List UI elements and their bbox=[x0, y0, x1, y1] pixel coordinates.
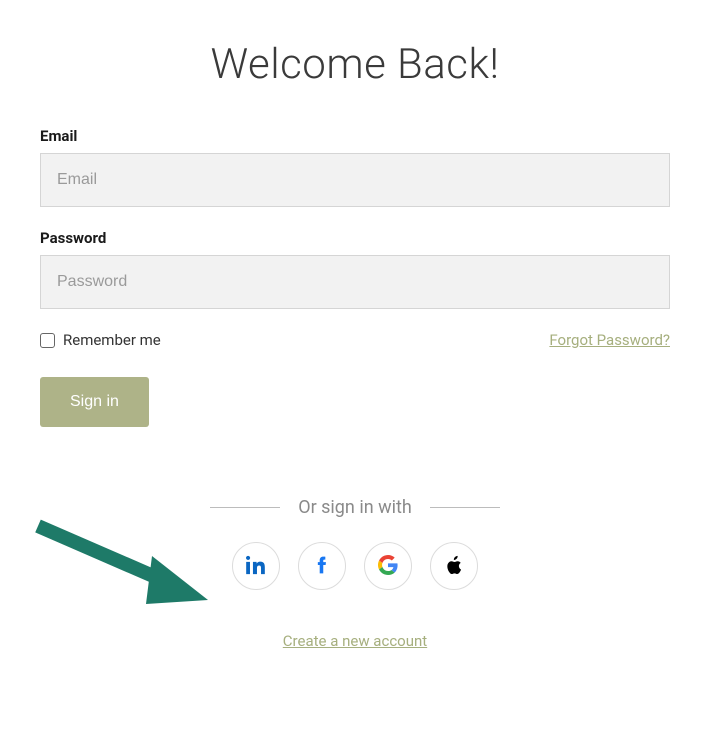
signin-button[interactable]: Sign in bbox=[40, 377, 149, 427]
linkedin-button[interactable] bbox=[232, 542, 280, 590]
page-title: Welcome Back! bbox=[40, 40, 670, 89]
social-divider: Or sign in with bbox=[40, 497, 670, 518]
password-field[interactable] bbox=[40, 255, 670, 309]
divider-text: Or sign in with bbox=[298, 497, 412, 518]
remember-label: Remember me bbox=[63, 331, 161, 349]
divider-line-left bbox=[210, 507, 280, 508]
apple-button[interactable] bbox=[430, 542, 478, 590]
google-button[interactable] bbox=[364, 542, 412, 590]
options-row: Remember me Forgot Password? bbox=[40, 331, 670, 349]
remember-me[interactable]: Remember me bbox=[40, 331, 161, 349]
password-group: Password bbox=[40, 229, 670, 309]
remember-checkbox[interactable] bbox=[40, 333, 55, 348]
facebook-button[interactable] bbox=[298, 542, 346, 590]
divider-line-right bbox=[430, 507, 500, 508]
email-group: Email bbox=[40, 127, 670, 207]
password-label: Password bbox=[40, 229, 670, 247]
apple-icon bbox=[444, 554, 464, 579]
facebook-icon bbox=[312, 555, 332, 578]
email-field[interactable] bbox=[40, 153, 670, 207]
email-label: Email bbox=[40, 127, 670, 145]
linkedin-icon bbox=[246, 555, 266, 578]
social-buttons bbox=[40, 542, 670, 590]
create-account-link[interactable]: Create a new account bbox=[40, 632, 670, 650]
google-icon bbox=[378, 555, 398, 578]
forgot-password-link[interactable]: Forgot Password? bbox=[549, 331, 670, 349]
